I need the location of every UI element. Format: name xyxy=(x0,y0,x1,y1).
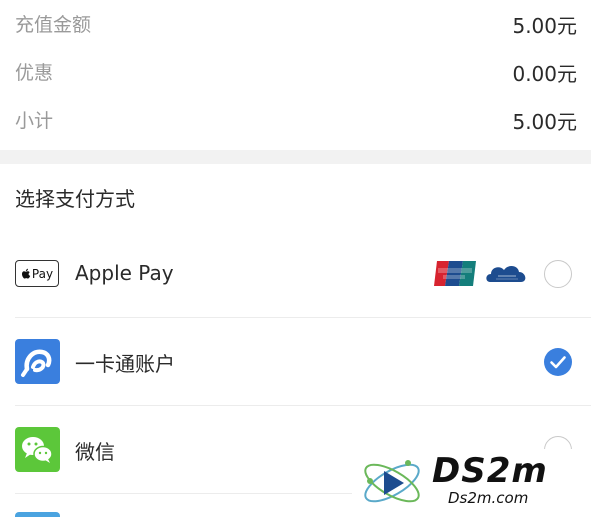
summary-label: 优惠 xyxy=(15,62,54,84)
apple-pay-badge-text: Pay xyxy=(31,266,54,281)
wechat-bubbles-icon xyxy=(22,437,53,463)
card-account-icon xyxy=(15,339,60,384)
summary-row-subtotal: 小计 5.00元 xyxy=(0,96,591,144)
apple-pay-icon: Pay xyxy=(15,260,59,287)
payment-method-name: Apple Pay xyxy=(75,261,174,285)
card-logo-icon xyxy=(21,349,52,377)
payment-method-name: 微信 xyxy=(75,440,115,464)
section-divider xyxy=(0,150,591,164)
watermark-logo: DS2m Ds2m.com xyxy=(352,449,591,517)
unionpay-icon xyxy=(434,261,476,286)
summary-value: 5.00元 xyxy=(512,14,577,38)
checkmark-icon xyxy=(550,356,566,369)
payment-section-title: 选择支付方式 xyxy=(15,187,135,211)
summary-label: 小计 xyxy=(15,110,54,132)
watermark-url: Ds2m.com xyxy=(448,489,529,507)
payment-method-name: 一卡通账户 xyxy=(75,352,175,376)
card-account-radio[interactable] xyxy=(544,348,572,376)
wechat-icon xyxy=(15,427,60,472)
summary-row-amount: 充值金额 5.00元 xyxy=(0,0,591,48)
quickpass-icon xyxy=(486,266,526,282)
order-summary: 充值金额 5.00元 优惠 0.00元 小计 5.00元 xyxy=(0,0,591,150)
apple-pay-radio[interactable] xyxy=(544,260,572,288)
summary-label: 充值金额 xyxy=(15,14,92,36)
watermark-text: DS2m xyxy=(432,451,548,491)
atom-logo-icon xyxy=(364,460,420,503)
apple-logo-icon xyxy=(21,268,31,278)
summary-value: 5.00元 xyxy=(512,110,577,134)
summary-row-discount: 优惠 0.00元 xyxy=(0,48,591,96)
next-method-icon-partial xyxy=(15,512,60,517)
summary-value: 0.00元 xyxy=(512,62,577,86)
